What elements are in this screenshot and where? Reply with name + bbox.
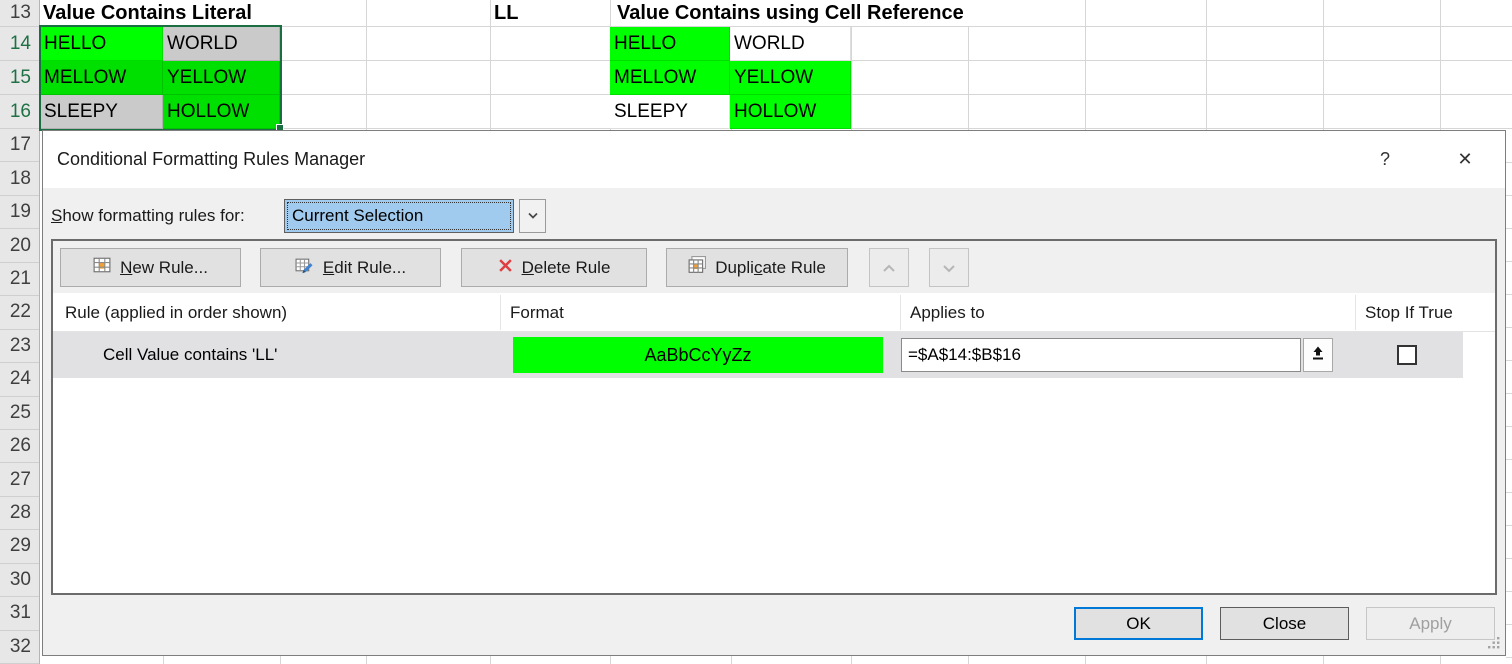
dialog-title-bar[interactable]: Conditional Formatting Rules Manager ? ✕: [43, 131, 1505, 188]
row-header-cell[interactable]: 30: [0, 564, 39, 597]
show-rules-dropdown-arrow-button[interactable]: [519, 199, 546, 233]
header-cell-value-contains-literal[interactable]: Value Contains Literal: [43, 0, 252, 27]
row-header-cell[interactable]: 31: [0, 597, 39, 630]
row-header-cell[interactable]: 15: [0, 61, 39, 95]
duplicate-rule-button[interactable]: Duplicate Rule: [666, 248, 848, 287]
row-header-cell[interactable]: 27: [0, 463, 39, 496]
cell[interactable]: HELLO: [40, 27, 163, 61]
row-header-cell[interactable]: 20: [0, 229, 39, 262]
row-header-cell[interactable]: 19: [0, 196, 39, 229]
help-icon: ?: [1380, 149, 1390, 170]
collapse-dialog-arrow-icon: [1310, 345, 1326, 366]
dropdown-selected-value: Current Selection: [292, 206, 423, 226]
cell[interactable]: MELLOW: [610, 61, 730, 95]
edit-rule-icon: [295, 256, 314, 280]
cell[interactable]: SLEEPY: [610, 95, 730, 129]
rule-description: Cell Value contains 'LL': [103, 332, 277, 378]
cell[interactable]: HELLO: [610, 27, 730, 61]
cell[interactable]: WORLD: [163, 27, 280, 61]
row-header-cell[interactable]: 14: [0, 27, 39, 61]
new-rule-label: New Rule...: [120, 258, 208, 278]
new-rule-icon: [93, 256, 111, 279]
applies-to-input[interactable]: [901, 338, 1301, 372]
applies-to-field-group: [901, 338, 1333, 372]
duplicate-rule-label: Duplicate Rule: [715, 258, 826, 278]
help-button[interactable]: ?: [1363, 131, 1407, 188]
chevron-down-icon: [942, 258, 956, 278]
rules-list-frame: New Rule... Edit Rule... Delete R: [51, 239, 1497, 595]
delete-rule-label: Delete Rule: [522, 258, 611, 278]
stop-if-true-checkbox[interactable]: [1397, 345, 1417, 365]
column-header-format: Format: [510, 293, 564, 332]
row-header-cell[interactable]: 23: [0, 330, 39, 363]
cell-block-literal: HELLO WORLD MELLOW YELLOW SLEEPY HOLLOW: [40, 27, 280, 129]
cell[interactable]: HOLLOW: [730, 95, 851, 129]
show-rules-dropdown[interactable]: Current Selection: [284, 199, 514, 233]
show-formatting-rules-label: Show formatting rules for:: [51, 194, 245, 238]
dialog-close-button[interactable]: ✕: [1443, 131, 1487, 188]
chevron-down-icon: [527, 207, 539, 225]
row-header-cell[interactable]: 16: [0, 95, 39, 129]
row-header-cell[interactable]: 13: [0, 0, 39, 27]
apply-button: Apply: [1366, 607, 1495, 640]
cell[interactable]: HOLLOW: [163, 95, 280, 129]
cell[interactable]: MELLOW: [40, 61, 163, 95]
rule-format-preview: AaBbCcYyZz: [513, 337, 883, 373]
rules-list-header: Rule (applied in order shown) Format App…: [53, 293, 1495, 332]
row-header-cell[interactable]: 21: [0, 263, 39, 296]
column-header-stop-if-true: Stop If True: [1365, 293, 1453, 332]
row-header-cell[interactable]: 25: [0, 397, 39, 430]
row-header-cell[interactable]: 17: [0, 129, 39, 162]
rule-row[interactable]: Cell Value contains 'LL' AaBbCcYyZz: [53, 332, 1463, 378]
header-cell-value-contains-cell-reference[interactable]: Value Contains using Cell Reference: [617, 0, 964, 27]
row-header-cell[interactable]: 32: [0, 631, 39, 664]
duplicate-rule-icon: [688, 256, 706, 279]
range-picker-button[interactable]: [1303, 338, 1333, 372]
row-header-cell[interactable]: 28: [0, 497, 39, 530]
column-header-applies-to: Applies to: [910, 293, 985, 332]
conditional-formatting-rules-manager-dialog: Conditional Formatting Rules Manager ? ✕…: [42, 130, 1506, 656]
row-header-cell[interactable]: 24: [0, 363, 39, 396]
cell[interactable]: YELLOW: [730, 61, 851, 95]
row-header-cell[interactable]: 26: [0, 430, 39, 463]
row-header-cell[interactable]: 18: [0, 162, 39, 195]
close-icon: ✕: [1457, 149, 1472, 170]
edit-rule-button[interactable]: Edit Rule...: [260, 248, 441, 287]
cell[interactable]: WORLD: [730, 27, 851, 61]
move-rule-down-button[interactable]: [929, 248, 969, 287]
column-header-rule: Rule (applied in order shown): [65, 293, 287, 332]
delete-rule-button[interactable]: Delete Rule: [461, 248, 647, 287]
resize-grip[interactable]: [1487, 636, 1500, 649]
move-rule-up-button[interactable]: [869, 248, 909, 287]
close-button[interactable]: Close: [1220, 607, 1349, 640]
cell[interactable]: YELLOW: [163, 61, 280, 95]
edit-rule-label: Edit Rule...: [323, 258, 406, 278]
rules-toolbar: New Rule... Edit Rule... Delete R: [53, 241, 1495, 293]
ok-button[interactable]: OK: [1074, 607, 1203, 640]
new-rule-button[interactable]: New Rule...: [60, 248, 241, 287]
dialog-title: Conditional Formatting Rules Manager: [57, 131, 365, 188]
row-header-column: 13 14 15 16 17 18 19 20 21 22 23 24 25 2…: [0, 0, 40, 664]
cell[interactable]: SLEEPY: [40, 95, 163, 129]
chevron-up-icon: [882, 258, 896, 278]
delete-rule-icon: [498, 258, 513, 278]
row-header-cell[interactable]: 22: [0, 296, 39, 329]
row-header-cell[interactable]: 29: [0, 530, 39, 563]
header-cell-ll[interactable]: LL: [494, 0, 518, 27]
cell-block-cell-reference: HELLO WORLD MELLOW YELLOW SLEEPY HOLLOW: [610, 27, 851, 129]
